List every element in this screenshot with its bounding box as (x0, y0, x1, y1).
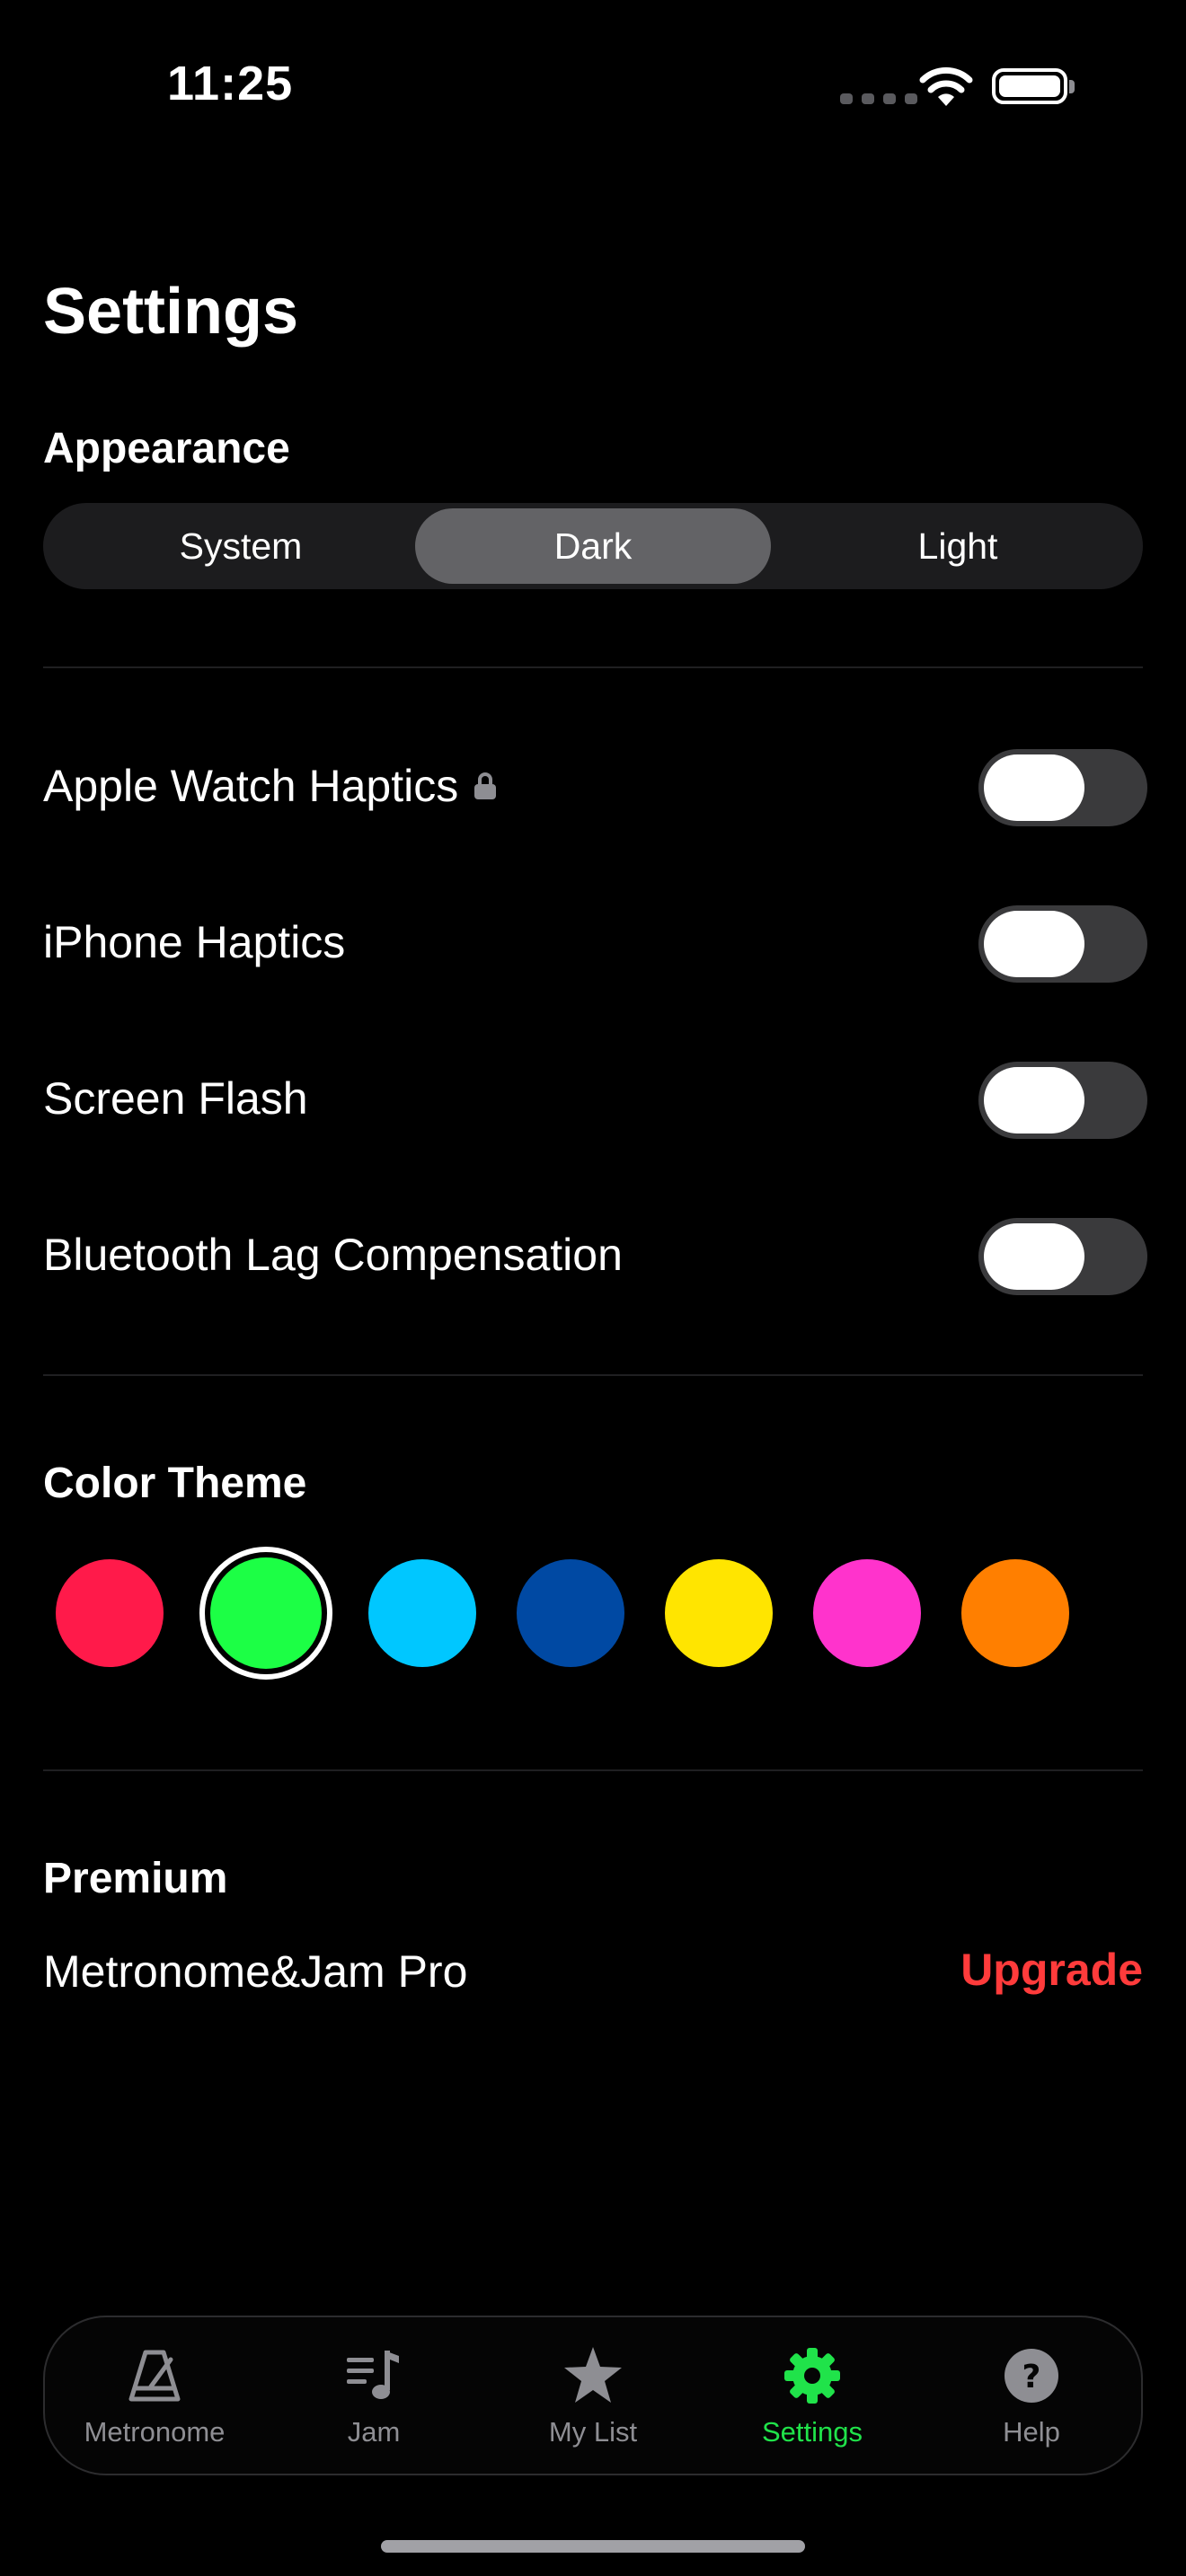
color-swatch-blue[interactable] (517, 1559, 624, 1667)
premium-product-label: Metronome&Jam Pro (43, 1946, 468, 1997)
upgrade-button[interactable]: Upgrade (960, 1944, 1143, 1996)
screen-flash-row: Screen Flash (43, 1072, 308, 1125)
metronome-icon (123, 2344, 186, 2407)
page-title: Settings (43, 276, 299, 348)
appearance-option-dark[interactable]: Dark (415, 508, 771, 584)
apple-watch-haptics-toggle[interactable] (978, 749, 1147, 826)
color-swatch-pink[interactable] (813, 1559, 921, 1667)
tab-jam-label: Jam (347, 2416, 401, 2448)
iphone-haptics-toggle[interactable] (978, 905, 1147, 983)
color-theme-section-title: Color Theme (43, 1460, 307, 1507)
lock-icon (474, 772, 497, 799)
svg-text:?: ? (1022, 2359, 1041, 2395)
tab-jam[interactable]: Jam (264, 2317, 483, 2474)
screen-flash-label: Screen Flash (43, 1073, 308, 1124)
color-swatch-yellow[interactable] (665, 1559, 773, 1667)
appearance-option-light[interactable]: Light (780, 508, 1136, 584)
screen-flash-toggle[interactable] (978, 1062, 1147, 1139)
star-icon (562, 2344, 624, 2407)
divider (43, 1374, 1143, 1376)
appearance-section-title: Appearance (43, 425, 290, 472)
battery-icon (992, 68, 1067, 104)
tab-my-list[interactable]: My List (483, 2317, 703, 2474)
color-swatch-orange[interactable] (961, 1559, 1069, 1667)
help-icon: ? (1000, 2344, 1063, 2407)
tab-settings-label: Settings (761, 2416, 863, 2448)
color-swatch-red[interactable] (56, 1559, 164, 1667)
apple-watch-haptics-row: Apple Watch Haptics (43, 760, 497, 812)
wifi-icon (918, 65, 974, 108)
tab-metronome-label: Metronome (84, 2416, 226, 2448)
cellular-signal-icon (840, 93, 917, 106)
tab-help[interactable]: ? Help (922, 2317, 1141, 2474)
iphone-haptics-label: iPhone Haptics (43, 917, 346, 967)
color-swatch-green-selected[interactable] (199, 1547, 332, 1680)
bluetooth-lag-row: Bluetooth Lag Compensation (43, 1229, 623, 1281)
divider (43, 1769, 1143, 1771)
divider (43, 666, 1143, 668)
status-time: 11:25 (167, 57, 294, 110)
premium-section-title: Premium (43, 1855, 228, 1902)
tab-help-label: Help (1003, 2416, 1060, 2448)
battery-tip (1069, 80, 1075, 93)
iphone-haptics-row: iPhone Haptics (43, 916, 345, 968)
appearance-segmented-control: System Dark Light (43, 503, 1143, 589)
tab-metronome[interactable]: Metronome (45, 2317, 264, 2474)
bluetooth-lag-toggle[interactable] (978, 1218, 1147, 1295)
music-list-icon (342, 2344, 405, 2407)
home-indicator (381, 2540, 805, 2553)
gear-icon (781, 2344, 844, 2407)
color-swatch-cyan[interactable] (368, 1559, 476, 1667)
appearance-option-system[interactable]: System (63, 508, 419, 584)
tab-settings[interactable]: Settings (703, 2317, 922, 2474)
apple-watch-haptics-label: Apple Watch Haptics (43, 761, 459, 811)
tab-bar: Metronome Jam My List Settings ? Help (43, 2316, 1143, 2475)
bluetooth-lag-label: Bluetooth Lag Compensation (43, 1230, 623, 1280)
tab-my-list-label: My List (548, 2416, 638, 2448)
